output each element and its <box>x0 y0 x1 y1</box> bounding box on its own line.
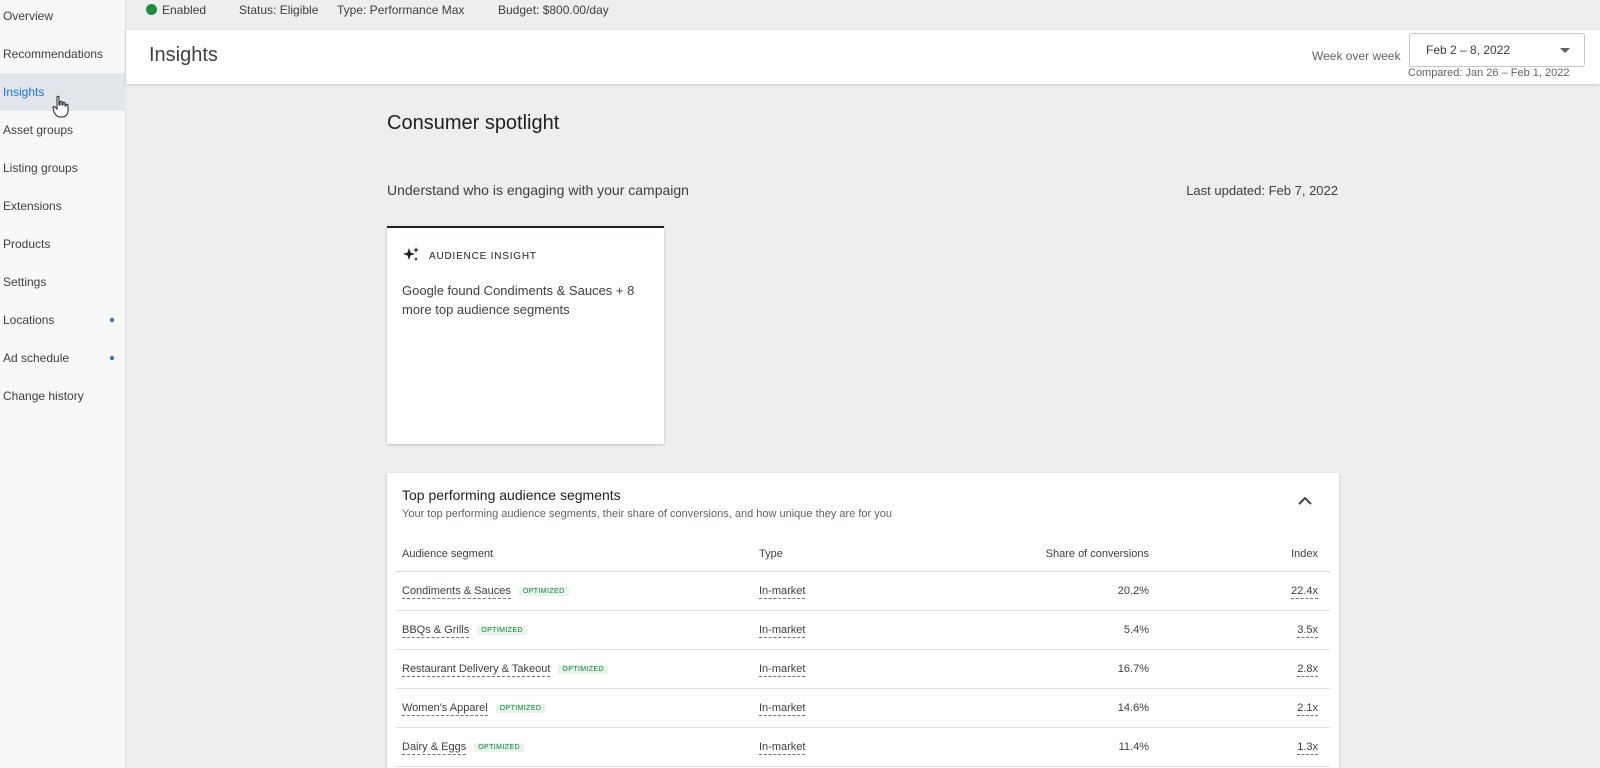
sidebar-item-label: Extensions <box>3 199 62 213</box>
optimized-badge: OPTIMIZED <box>474 743 524 752</box>
segment-type[interactable]: In-market <box>759 663 806 677</box>
sidebar-item-locations[interactable]: Locations <box>0 301 126 339</box>
sidebar-item-recommendations[interactable]: Recommendations <box>0 35 126 73</box>
sidebar-item-listing-groups[interactable]: Listing groups <box>0 149 126 187</box>
sidebar-item-label: Recommendations <box>3 47 104 61</box>
card-title: Top performing audience segments <box>402 487 621 503</box>
compared-range: Compared: Jan 26 – Feb 1, 2022 <box>1408 67 1570 79</box>
optimized-badge: OPTIMIZED <box>558 665 609 674</box>
compare-label: Week over week <box>1312 49 1401 63</box>
index-value[interactable]: 2.1x <box>1297 702 1318 716</box>
segment-type[interactable]: In-market <box>759 624 806 638</box>
top-segments-card: Top performing audience segments Your to… <box>387 473 1339 768</box>
segment-name[interactable]: Condiments & Sauces <box>402 585 511 599</box>
table-row: Condiments & Sauces OPTIMIZED In-market 2… <box>396 572 1330 611</box>
share-of-conversions: 20.2% <box>1117 585 1149 597</box>
insight-label: AUDIENCE INSIGHT <box>429 251 537 262</box>
table-row: Women's Apparel OPTIMIZED In-market 14.6%… <box>396 689 1330 728</box>
sidebar-item-products[interactable]: Products <box>0 225 126 263</box>
optimized-badge: OPTIMIZED <box>477 626 527 635</box>
segment-name[interactable]: Restaurant Delivery & Takeout <box>402 663 551 677</box>
sidebar-item-extensions[interactable]: Extensions <box>0 187 126 225</box>
sidebar-item-label: Ad schedule <box>3 351 70 365</box>
table-row: Dairy & Eggs OPTIMIZED In-market 11.4% 1.… <box>396 728 1330 767</box>
audience-insight-card[interactable]: AUDIENCE INSIGHT Google found Condiments… <box>387 226 664 444</box>
segment-type[interactable]: In-market <box>759 585 806 599</box>
share-of-conversions: 14.6% <box>1117 702 1149 714</box>
optimized-badge: OPTIMIZED <box>495 704 546 713</box>
card-subtitle: Your top performing audience segments, t… <box>402 508 892 520</box>
sidebar-item-ad-schedule[interactable]: Ad schedule <box>0 339 126 377</box>
optimized-badge: OPTIMIZED <box>518 587 569 596</box>
index-value[interactable]: 22.4x <box>1291 585 1318 599</box>
sparkle-icon <box>403 247 419 261</box>
section-title: Consumer spotlight <box>387 112 560 134</box>
page-header: Insights Week over week Feb 2 – 8, 2022 … <box>126 30 1600 84</box>
new-indicator-dot <box>110 318 114 322</box>
sidebar-item-label: Change history <box>3 389 84 403</box>
section-subtitle: Understand who is engaging with your cam… <box>387 182 689 198</box>
page-title: Insights <box>149 44 218 66</box>
campaign-type: Type: Performance Max <box>337 3 465 17</box>
insight-text: Google found Condiments & Sauces + 8 mor… <box>402 283 635 317</box>
new-indicator-dot <box>110 356 114 360</box>
last-updated: Last updated: Feb 7, 2022 <box>1186 183 1338 198</box>
caret-down-icon <box>1560 48 1570 53</box>
column-header-share[interactable]: Share of conversions <box>1046 548 1149 560</box>
segment-name[interactable]: Women's Apparel <box>402 702 488 716</box>
segment-name[interactable]: Dairy & Eggs <box>402 741 467 755</box>
campaign-budget: Budget: $800.00/day <box>498 3 609 17</box>
index-value[interactable]: 3.5x <box>1297 624 1318 638</box>
table-row: BBQs & Grills OPTIMIZED In-market 5.4% 3.… <box>396 611 1330 650</box>
sidebar-item-label: Settings <box>3 275 47 289</box>
share-of-conversions: 5.4% <box>1123 624 1149 636</box>
date-range-select[interactable]: Feb 2 – 8, 2022 <box>1409 33 1585 67</box>
enabled-status[interactable]: Enabled <box>162 3 206 17</box>
column-header-index[interactable]: Index <box>1291 548 1318 560</box>
table-row: Restaurant Delivery & Takeout OPTIMIZED I… <box>396 650 1330 689</box>
campaign-status-bar: Enabled Status: Eligible Type: Performan… <box>126 0 1600 30</box>
column-header-segment[interactable]: Audience segment <box>402 548 493 560</box>
date-range-value: Feb 2 – 8, 2022 <box>1426 43 1511 57</box>
share-of-conversions: 11.4% <box>1118 741 1149 753</box>
segment-type[interactable]: In-market <box>759 702 806 716</box>
eligibility-status: Status: Eligible <box>239 3 319 17</box>
index-value[interactable]: 1.3x <box>1297 741 1318 755</box>
column-header-type[interactable]: Type <box>759 548 783 560</box>
sidebar-item-change-history[interactable]: Change history <box>0 377 126 415</box>
green-dot-icon <box>146 4 157 15</box>
hand-pointer-icon <box>52 95 69 118</box>
segment-type[interactable]: In-market <box>759 741 806 755</box>
sidebar-item-label: Products <box>3 237 51 251</box>
sidebar-item-label: Overview <box>3 9 54 23</box>
index-value[interactable]: 2.8x <box>1297 663 1318 677</box>
chevron-up-icon[interactable] <box>1295 491 1315 511</box>
sidebar-item-label: Listing groups <box>3 161 78 175</box>
segment-name[interactable]: BBQs & Grills <box>402 624 470 638</box>
sidebar-item-overview[interactable]: Overview <box>0 0 126 35</box>
sidebar-item-label: Asset groups <box>3 123 74 137</box>
share-of-conversions: 16.7% <box>1117 663 1149 675</box>
sidebar-item-settings[interactable]: Settings <box>0 263 126 301</box>
sidebar-item-label: Locations <box>3 313 55 327</box>
sidebar-item-label: Insights <box>3 85 45 99</box>
